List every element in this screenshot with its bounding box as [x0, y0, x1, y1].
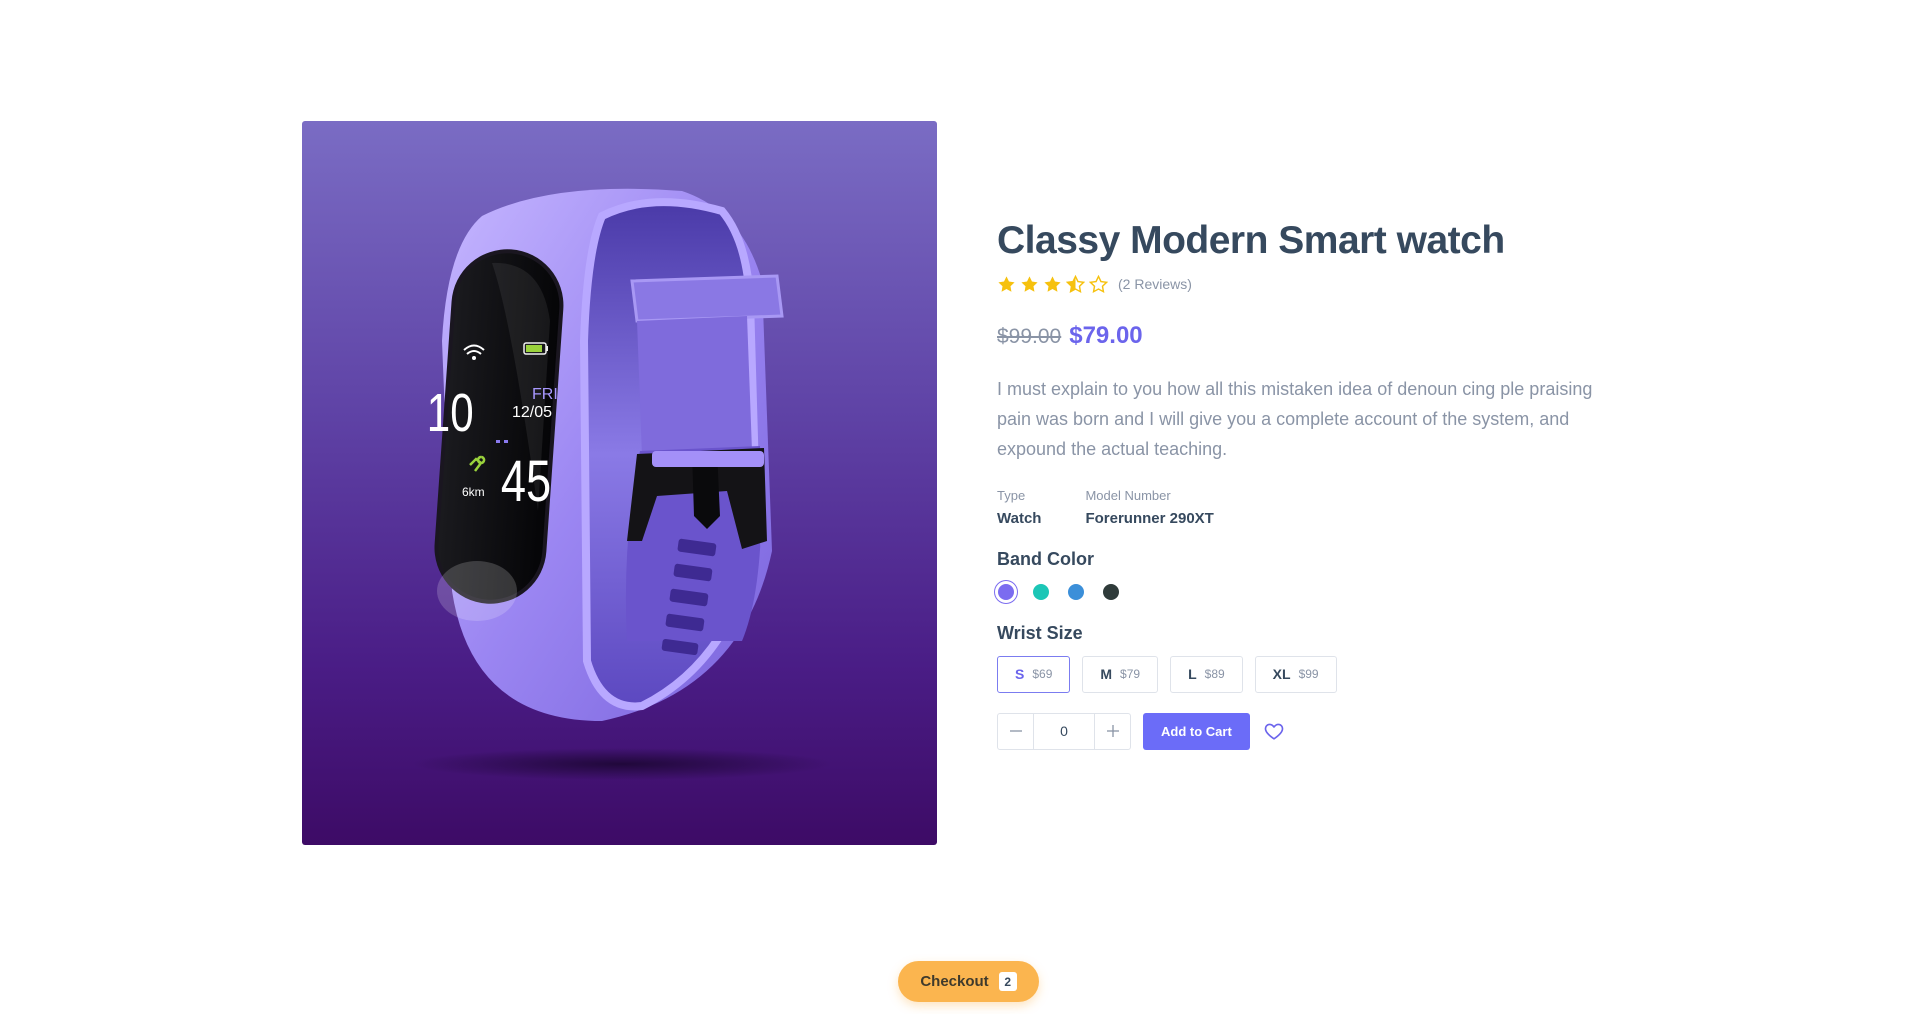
size-option-xl[interactable]: XL $99: [1254, 655, 1337, 693]
spec-label: Type: [997, 487, 1026, 503]
product-description: I must explain to you how all this mista…: [997, 378, 1593, 459]
quantity-input[interactable]: [1033, 713, 1095, 749]
rating: (2 Reviews): [997, 274, 1617, 294]
wrist-size-title: Wrist Size: [997, 622, 1083, 643]
spec-value: Forerunner 290XT: [1085, 509, 1214, 527]
color-swatches: [997, 583, 1617, 600]
size-label: S: [1015, 666, 1025, 683]
product-details: Classy Modern Smart watch (2 Reviews) $9…: [997, 219, 1617, 750]
price: $99.00 $79.00: [997, 322, 1617, 350]
spec-type: Type Watch: [997, 488, 1041, 527]
quantity-increase-button[interactable]: [1095, 714, 1130, 749]
size-label: L: [1188, 666, 1197, 683]
product-title: Classy Modern Smart watch: [997, 219, 1505, 262]
reviews-link[interactable]: (2 Reviews): [1118, 276, 1192, 292]
star-icon: [998, 276, 1015, 292]
size-option-s[interactable]: S $69: [997, 655, 1071, 693]
size-option-m[interactable]: M $79: [1082, 655, 1159, 693]
watch-hour-text: 10: [427, 383, 474, 443]
product-specs: Type Watch Model Number Forerunner 290XT: [997, 488, 1617, 527]
star-outline-icon: [1089, 274, 1108, 293]
size-options: S $69 M $79 L $89 XL $99: [997, 655, 1617, 693]
wrist-size-section: Wrist Size S $69 M $79 L $89 XL $99: [997, 623, 1617, 693]
heart-icon[interactable]: [1263, 720, 1285, 742]
price-old: $99.00: [997, 324, 1062, 348]
plus-icon: [1106, 725, 1119, 738]
size-price: $89: [1204, 667, 1225, 682]
star-rating: [997, 274, 1108, 294]
size-label: M: [1100, 666, 1113, 683]
quantity-decrease-button[interactable]: [998, 714, 1033, 749]
add-to-cart-button[interactable]: Add to Cart: [1143, 712, 1250, 750]
spec-model-number: Model Number Forerunner 290XT: [1085, 488, 1213, 527]
color-swatch-blue[interactable]: [1068, 583, 1084, 600]
star-half-icon: [1066, 274, 1085, 293]
color-swatch-charcoal[interactable]: [1103, 583, 1119, 600]
price-current: $79.00: [1069, 321, 1143, 349]
band-color-section: Band Color: [997, 549, 1617, 600]
product-image: 10 FRI 12/05 45 6km: [302, 121, 937, 845]
quantity-stepper: [997, 712, 1131, 750]
color-swatch-violet[interactable]: [998, 583, 1014, 600]
spec-value: Watch: [997, 509, 1042, 527]
watch-day-text: FRI: [532, 386, 558, 403]
minus-icon: [1009, 730, 1022, 733]
cart-actions: Add to Cart: [997, 712, 1617, 750]
smart-watch-illustration: 10 FRI 12/05 45 6km: [412, 188, 832, 780]
watch-minute-text: 45: [501, 450, 551, 515]
size-price: $69: [1032, 667, 1053, 682]
checkout-button[interactable]: Checkout 2: [898, 961, 1039, 1002]
size-price: $79: [1120, 667, 1141, 682]
watch-date-text: 12/05: [512, 404, 552, 421]
size-price: $99: [1298, 667, 1319, 682]
watch-distance-text: 6km: [462, 485, 485, 499]
size-option-l[interactable]: L $89: [1170, 655, 1243, 693]
cart-count-badge: 2: [998, 972, 1017, 991]
size-label: XL: [1272, 666, 1291, 683]
product-page: 10 FRI 12/05 45 6km Classy Modern Smart …: [0, 0, 1920, 1014]
checkout-label: Checkout: [920, 973, 989, 990]
color-swatch-teal[interactable]: [1033, 583, 1049, 600]
star-icon: [1044, 276, 1061, 292]
spec-label: Model Number: [1085, 487, 1171, 503]
band-color-title: Band Color: [997, 548, 1094, 569]
star-icon: [1021, 276, 1038, 292]
